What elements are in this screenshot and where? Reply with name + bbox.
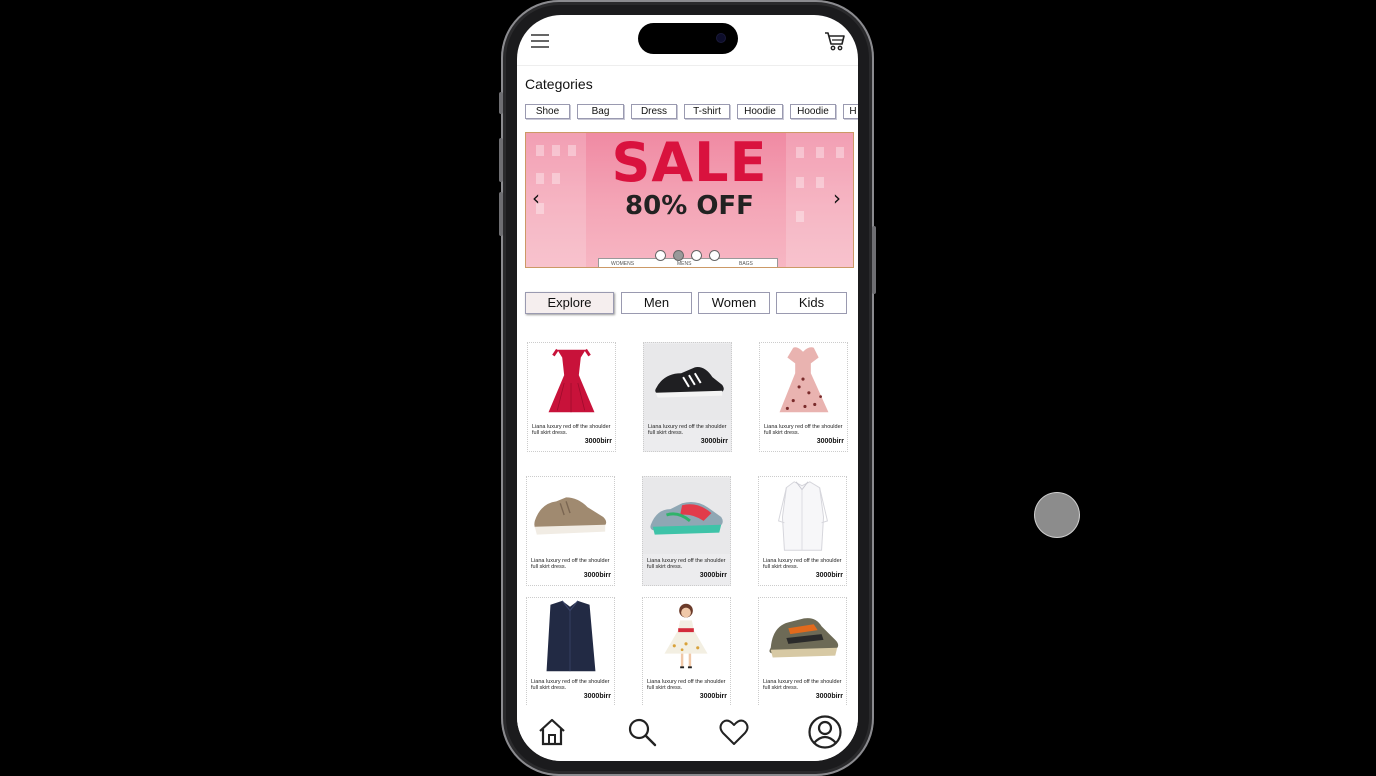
chip-partial[interactable]: H [843,104,858,119]
kids-dress-icon [664,603,708,669]
chip-bag[interactable]: Bag [577,104,624,119]
chip-tshirt[interactable]: T-shirt [684,104,730,119]
banner-subline: 80% OFF [625,191,754,221]
touch-indicator [1035,493,1079,537]
carousel-dots [655,250,727,262]
action-button [499,92,503,114]
product-price: 3000birr [815,572,843,579]
product-card[interactable]: Liana luxury red off the shoulder full s… [643,342,732,452]
search-icon[interactable] [627,717,657,747]
app-screen: Categories Shoe Bag Dress T-shirt Hoodie Hood… [517,15,858,761]
product-desc: Liana luxury red off the shoulder full s… [531,558,610,570]
volume-up-button [499,138,503,182]
product-price: 3000birr [583,693,611,700]
chip-hoodie-2[interactable]: Hoodie [790,104,836,119]
tab-men[interactable]: Men [621,292,692,314]
chevron-left-icon[interactable]: ‹ [532,188,544,208]
white-shirt-icon [777,481,829,551]
product-price: 3000birr [700,438,728,445]
product-card[interactable]: Liana luxury red off the shoulder full s… [759,342,848,452]
profile-icon[interactable] [808,715,842,749]
product-desc: Liana luxury red off the shoulder full s… [648,424,727,436]
product-desc: Liana luxury red off the shoulder full s… [532,424,611,436]
heart-icon[interactable] [719,717,749,747]
product-desc: Liana luxury red off the shoulder full s… [763,558,842,570]
carousel-dot[interactable] [655,250,666,261]
tab-kids[interactable]: Kids [776,292,847,314]
chip-shoe[interactable]: Shoe [525,104,570,119]
product-card[interactable]: Liana luxury red off the shoulder full s… [527,342,616,452]
product-price: 3000birr [583,572,611,579]
volume-down-button [499,192,503,236]
categories-title: Categories [525,76,593,92]
carousel-dot[interactable] [709,250,720,261]
camera-icon [717,34,725,42]
strip-label: BAGS [739,261,753,267]
header-divider [517,65,858,66]
product-desc: Liana luxury red off the shoulder full s… [647,558,726,570]
hamburger-menu-icon[interactable] [530,33,550,49]
dynamic-island [638,23,738,54]
power-button [872,226,876,294]
product-card[interactable]: Liana luxury red off the shoulder full s… [758,476,847,586]
chevron-right-icon[interactable]: › [833,188,845,208]
product-card[interactable]: Liana luxury red off the shoulder full s… [642,597,731,707]
carousel-dot-active[interactable] [673,250,684,261]
category-chips: Shoe Bag Dress T-shirt Hoodie Hoodie H [525,104,858,120]
running-shoe-icon [643,477,730,555]
carousel-dot[interactable] [691,250,702,261]
red-dress-icon [548,348,595,413]
product-desc: Liana luxury red off the shoulder full s… [764,424,843,436]
segment-tabs: Explore Men Women Kids [525,292,855,316]
floral-dress-icon [779,347,829,413]
home-icon[interactable] [537,717,567,747]
black-sneaker-icon [644,343,731,421]
cart-icon[interactable] [824,30,846,52]
product-card[interactable]: Liana luxury red off the shoulder full s… [758,597,847,707]
product-price: 3000birr [815,693,843,700]
banner-headline: SALE [611,132,768,194]
tab-women[interactable]: Women [698,292,770,314]
chip-hoodie[interactable]: Hoodie [737,104,783,119]
product-desc: Liana luxury red off the shoulder full s… [531,679,610,691]
phone-frame: Categories Shoe Bag Dress T-shirt Hoodie Hood… [499,0,876,776]
product-card[interactable]: Liana luxury red off the shoulder full s… [526,476,615,586]
product-desc: Liana luxury red off the shoulder full s… [763,679,842,691]
product-price: 3000birr [699,572,727,579]
product-card[interactable]: Liana luxury red off the shoulder full s… [526,597,615,707]
strip-label: WOMENS [611,261,635,267]
sale-banner[interactable]: SALE 80% OFF ‹ › WOMENS MENS BAGS [525,132,854,268]
product-desc: Liana luxury red off the shoulder full s… [647,679,726,691]
product-price: 3000birr [816,438,844,445]
product-card[interactable]: Liana luxury red off the shoulder full s… [642,476,731,586]
suede-sneaker-icon [534,497,607,535]
tab-explore[interactable]: Explore [525,292,614,314]
product-price: 3000birr [584,438,612,445]
bottom-navigation [517,705,858,761]
chip-dress[interactable]: Dress [631,104,677,119]
product-price: 3000birr [699,693,727,700]
navy-shirt-icon [546,600,596,672]
kids-sneaker-icon [769,618,839,658]
